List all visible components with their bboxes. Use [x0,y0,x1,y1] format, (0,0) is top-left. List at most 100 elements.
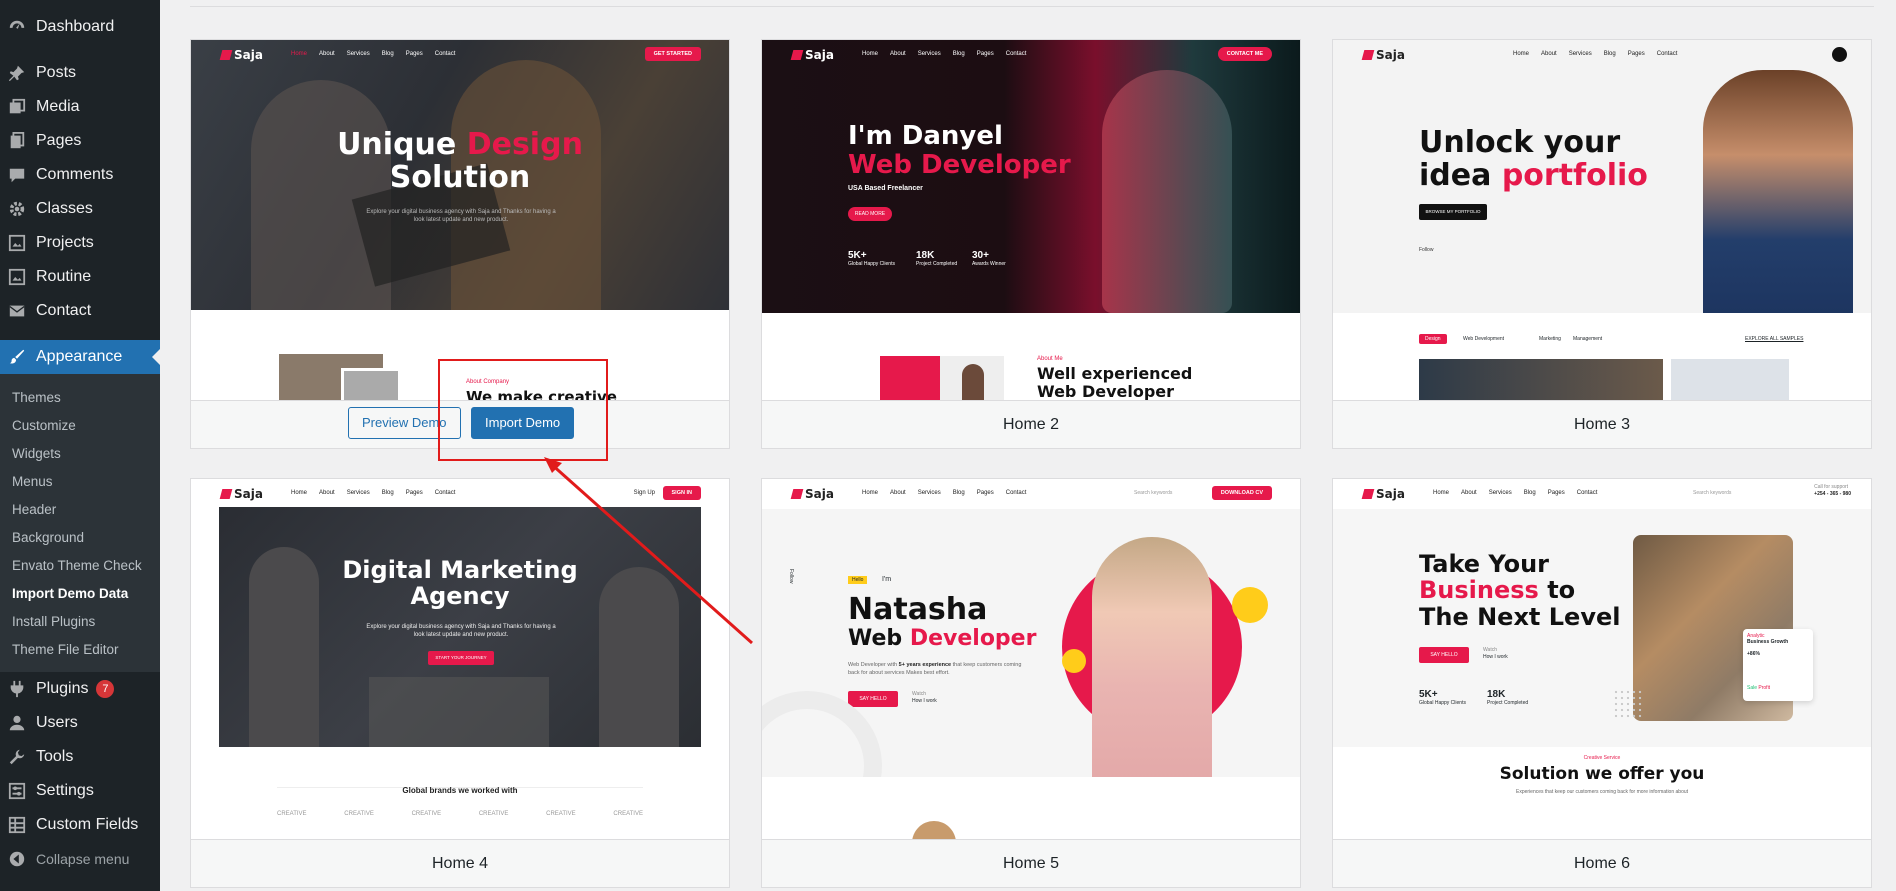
tab-marketing: Marketing [1539,336,1561,342]
menu-tools[interactable]: Tools [0,740,160,774]
brand-logo: CREATIVE [546,811,576,817]
demo-footer: Home 6 [1333,839,1871,887]
demo-card[interactable]: Saja Home About Services Blog Pages Contact S… [761,478,1301,888]
demo-footer: Home 4 [191,839,729,887]
follow-label: Follow [1419,247,1434,253]
menu-dashboard[interactable]: Dashboard [0,10,160,44]
menu-label: Appearance [36,348,123,365]
menu-appearance[interactable]: Appearance [0,340,160,374]
stat: 5K+ Global Happy Clients [848,250,895,267]
menu-pages[interactable]: Pages [0,124,160,158]
brand-logo: CREATIVE [344,811,374,817]
site-nav: Saja Home About Services Blog Pages Contact C… [762,40,1300,70]
site-nav: Saja Home About Services Blog Pages Contact S… [1333,479,1871,509]
site-nav: Saja Home About Services Blog Pages Contact [1333,40,1871,70]
tab-management: Management [1573,336,1603,342]
demo-card[interactable]: Saja Home About Services Blog Pages Contact C… [761,39,1301,449]
site-logo: Saja [790,48,834,62]
nav-links: Home About Services Blog Pages Contact [291,51,456,57]
submenu-install-plugins[interactable]: Install Plugins [12,614,95,629]
site-nav: Saja Home About Services Blog Pages Contact G… [191,40,729,70]
nav-cta: DOWNLOAD CV [1211,486,1272,500]
preview-demo-button[interactable]: Preview Demo [348,407,461,439]
submenu-background[interactable]: Background [12,530,84,545]
menu-plugins[interactable]: Plugins 7 [0,672,160,706]
demo-screenshot: Saja Home About Services Blog Pages Contact G… [191,40,729,400]
routine-icon [8,268,26,286]
demo-name: Home 3 [1573,415,1631,433]
menu-routine[interactable]: Routine [0,260,160,294]
hero-cta: READ MORE [848,207,892,221]
submenu-customize[interactable]: Customize [12,418,76,433]
submenu-themes[interactable]: Themes [12,390,61,405]
hero-headline: Digital Marketing Agency [342,556,578,611]
hero-headline: Take Your Business to The Next Level [1419,550,1621,631]
menu-label: Collapse menu [36,851,130,867]
explore-link: EXPLORE ALL SAMPLES [1745,336,1804,342]
growth-card: Analytic Business Growth +86% Sale Profi… [1743,629,1813,701]
nav-support: Call for support +254 - 365 - 980 [1814,484,1851,497]
collapse-menu-button[interactable]: Collapse menu [0,842,160,876]
menu-media[interactable]: Media [0,90,160,124]
hero-headline: Natasha [848,592,988,627]
brand-logo: CREATIVE [277,811,307,817]
menu-posts[interactable]: Posts [0,56,160,90]
menu-settings[interactable]: Settings [0,774,160,808]
menu-label: Comments [36,166,114,183]
brand-logo: CREATIVE [613,811,643,817]
menu-projects[interactable]: Projects [0,226,160,260]
media-icon [8,98,26,116]
submenu-import-demo-data[interactable]: Import Demo Data [12,586,128,601]
collapse-icon [8,850,26,868]
admin-sidebar: Dashboard Posts Media Pages Comments Cla… [0,0,160,891]
menu-label: Contact [36,302,92,319]
brand-logo: CREATIVE [411,811,442,817]
submenu-widgets[interactable]: Widgets [12,446,61,461]
demo-screenshot: Saja Home About Services Blog Pages Contact S… [762,479,1300,839]
update-count-badge: 7 [96,680,115,698]
intro-label: I'm [882,576,892,583]
menu-label: Settings [36,782,94,799]
hero-cta: SAY HELLO [848,691,898,707]
submenu-envato-theme-check[interactable]: Envato Theme Check [12,558,142,573]
tab-web-development: Web Development [1463,336,1505,342]
site-nav: Saja Home About Services Blog Pages Contact S… [762,479,1300,509]
nav-search: Search keywords [1134,490,1173,496]
submenu-theme-file-editor[interactable]: Theme File Editor [12,642,119,657]
menu-label: Dashboard [36,18,115,35]
demo-footer: Home 5 [762,839,1300,887]
settings-icon [8,782,26,800]
hero-photo [1092,537,1212,787]
submenu-menus[interactable]: Menus [12,474,53,489]
menu-label: Tools [36,748,74,765]
demo-card[interactable]: Saja Home About Services Blog Pages Contact U… [1332,39,1872,449]
hero-cta: BROWSE MY PORTFOLIO [1419,204,1487,220]
submenu-header[interactable]: Header [12,502,56,517]
section-subtext: Experiences that keep our customers comi… [1515,789,1689,795]
mail-icon [8,302,26,320]
hero-desc: Web Developer with 5+ years experience t… [848,662,1022,677]
menu-label: Classes [36,200,93,217]
demo-card[interactable]: Saja Home About Services Blog Pages Contact S… [190,478,730,888]
demo-card[interactable]: Saja Home About Services Blog Pages Contact S… [1332,478,1872,888]
menu-users[interactable]: Users [0,706,160,740]
hero-headline: Unique Design Solution [337,127,583,195]
menu-comments[interactable]: Comments [0,158,160,192]
menu-classes[interactable]: Classes [0,192,160,226]
menu-label: Plugins [36,680,89,697]
demo-card[interactable]: Saja Home About Services Blog Pages Contact G… [190,39,730,449]
plugins-icon [8,680,26,698]
about-portrait [940,356,1004,400]
pages-icon [8,132,26,150]
menu-contact[interactable]: Contact [0,294,160,328]
nav-cta: GET STARTED [644,47,701,61]
demo-screenshot: Saja Home About Services Blog Pages Contact S… [191,479,729,839]
menu-label: Media [36,98,80,115]
stat: 18K Project Completed [916,250,958,267]
demo-name: Home 6 [1573,854,1631,872]
menu-label: Pages [36,132,82,149]
menu-custom-fields[interactable]: Custom Fields [0,808,160,842]
import-demo-button[interactable]: Import Demo [471,407,575,439]
section-tag: Creative Service [1583,755,1621,761]
menu-label: Users [36,714,78,731]
